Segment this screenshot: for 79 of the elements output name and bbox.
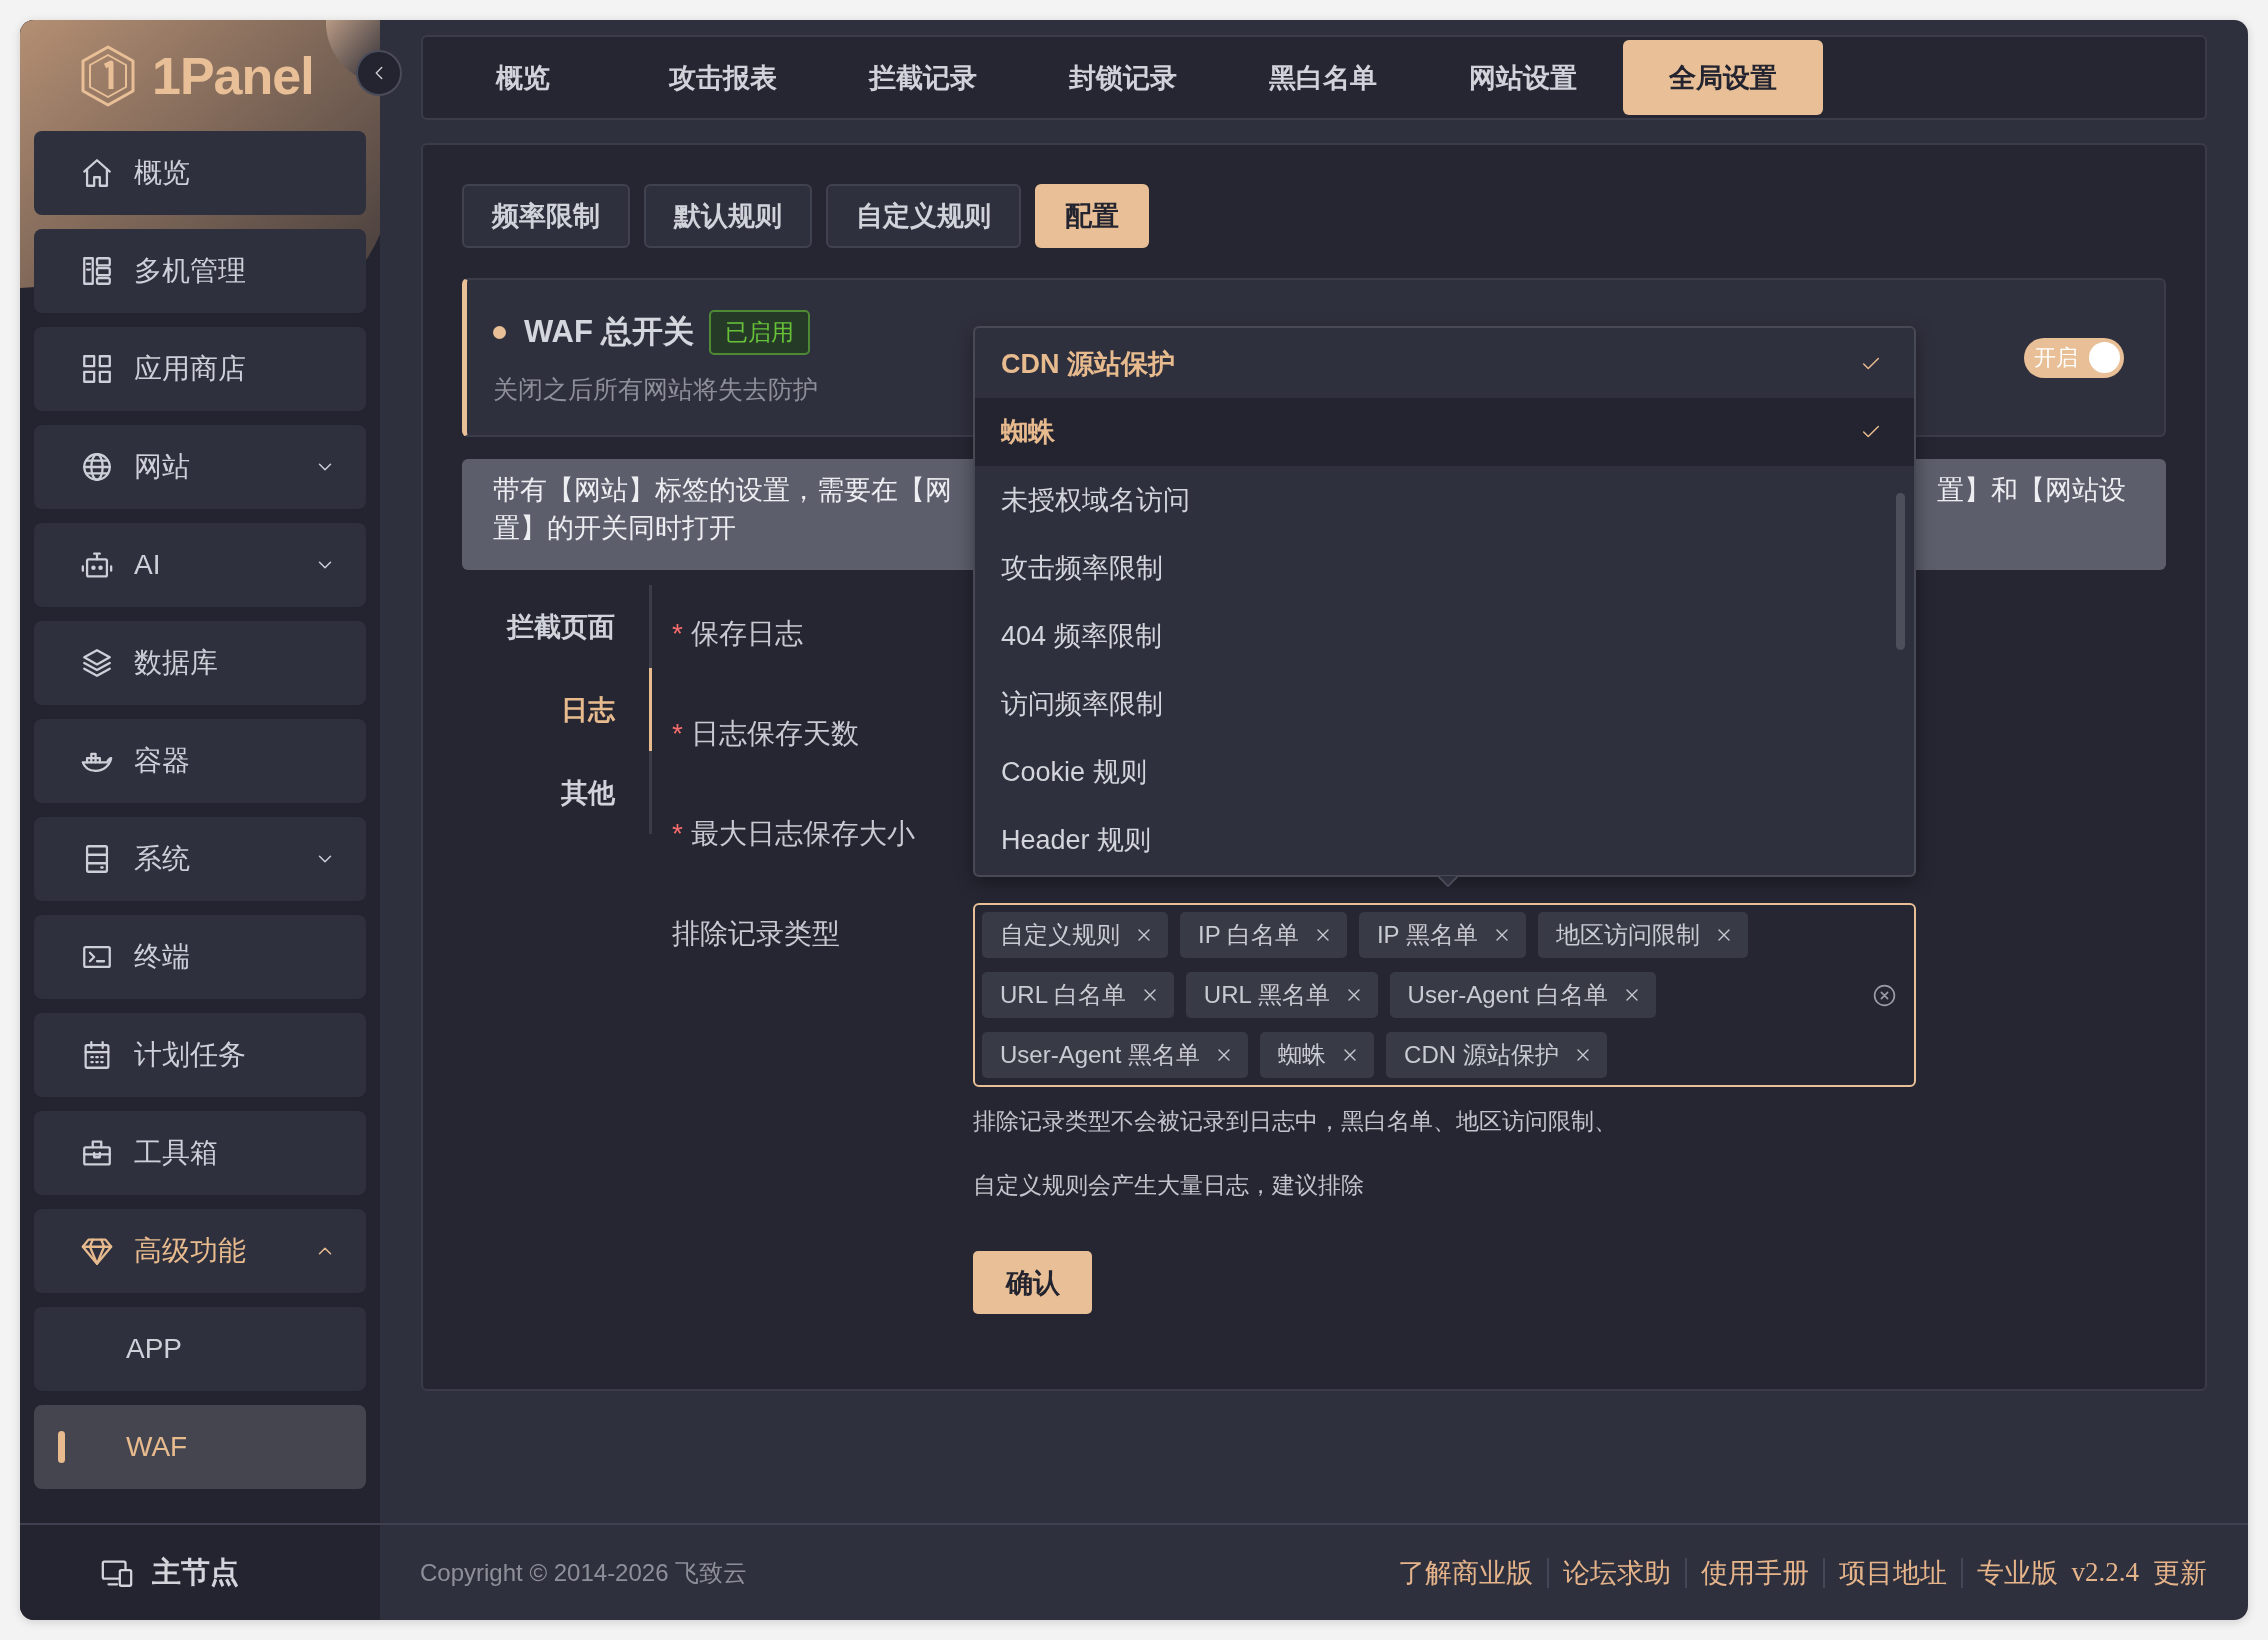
- footer-link[interactable]: 了解商业版: [1383, 1557, 1547, 1588]
- sidebar-item[interactable]: 容器: [34, 719, 366, 803]
- alert-text: 带有【网站】标签的设置，需要在【网: [493, 474, 952, 507]
- layers-icon: [80, 646, 114, 680]
- status-dot: [493, 325, 506, 339]
- confirm-button[interactable]: 确认: [973, 1251, 1092, 1314]
- hint-text: 自定义规则会产生大量日志，建议排除: [973, 1171, 1365, 1200]
- scrollbar-thumb[interactable]: [1896, 493, 1905, 650]
- tag: URL 白名单: [982, 972, 1174, 1018]
- anchor-link[interactable]: 其他: [462, 751, 652, 834]
- globe-icon: [80, 450, 114, 484]
- multi-select-field[interactable]: 自定义规则 IP 白名单 IP 黑名单 地区访问限制 URL 白名单 URL 黑名单 User-Agent 白名单 User-Agent 黑名单 蜘蛛 CDN 源站保护: [973, 903, 1916, 1087]
- tab[interactable]: 网站设置: [1423, 40, 1623, 115]
- sidebar-subitem[interactable]: WAF: [34, 1405, 366, 1489]
- home-icon: [80, 156, 114, 190]
- tag: CDN 源站保护: [1386, 1032, 1607, 1078]
- sub-tab[interactable]: 默认规则: [644, 184, 812, 248]
- footer-link[interactable]: 使用手册: [1684, 1557, 1823, 1588]
- sidebar-item[interactable]: 系统: [34, 817, 366, 901]
- sidebar-item[interactable]: 多机管理: [34, 229, 366, 313]
- grid-icon: [80, 352, 114, 386]
- tag: 自定义规则: [982, 912, 1168, 958]
- tab[interactable]: 封锁记录: [1023, 40, 1223, 115]
- sidebar-item[interactable]: 网站: [34, 425, 366, 509]
- sidebar-item[interactable]: 应用商店: [34, 327, 366, 411]
- tab[interactable]: 概览: [423, 40, 623, 115]
- sidebar-item[interactable]: 高级功能: [34, 1209, 366, 1293]
- tag: 蜘蛛: [1260, 1032, 1375, 1078]
- tag: 地区访问限制: [1537, 912, 1748, 958]
- sidebar-item[interactable]: 终端: [34, 915, 366, 999]
- status-badge: 已启用: [708, 309, 810, 355]
- update-link[interactable]: 更新: [2153, 1557, 2207, 1588]
- tab[interactable]: 全局设置: [1623, 40, 1823, 115]
- sidebar-subitem[interactable]: APP: [34, 1307, 366, 1391]
- server-list-icon: [80, 254, 114, 288]
- dropdown-option[interactable]: CDN 源站保护: [975, 330, 1914, 398]
- version-text: v2.2.4: [2071, 1557, 2139, 1588]
- sidebar-item[interactable]: 数据库: [34, 621, 366, 705]
- collapse-button[interactable]: [356, 50, 402, 96]
- field-label: * 日志保存天数: [672, 717, 859, 751]
- dropdown-option[interactable]: 404 频率限制: [975, 602, 1914, 670]
- dropdown-option[interactable]: 攻击频率限制: [975, 534, 1914, 602]
- tab[interactable]: 攻击报表: [623, 40, 823, 115]
- dropdown-option[interactable]: 访问频率限制: [975, 670, 1914, 738]
- field-label: * 最大日志保存大小: [672, 817, 915, 851]
- card-description: 关闭之后所有网站将失去防护: [493, 373, 819, 405]
- alert-text: 置】的开关同时打开: [493, 513, 736, 543]
- alert-text: 置】和【网站设: [1937, 474, 2126, 507]
- tag: User-Agent 白名单: [1389, 972, 1656, 1018]
- tag: User-Agent 黑名单: [982, 1032, 1249, 1078]
- sub-tab[interactable]: 配置: [1035, 184, 1149, 248]
- sidebar-item[interactable]: 概览: [34, 131, 366, 215]
- card-title: WAF 总开关: [524, 313, 695, 351]
- sub-tab[interactable]: 频率限制: [462, 184, 630, 248]
- sidebar-item[interactable]: 计划任务: [34, 1013, 366, 1097]
- tab[interactable]: 拦截记录: [823, 40, 1023, 115]
- sidebar-item[interactable]: AI: [34, 523, 366, 607]
- field-label: 排除记录类型: [672, 918, 840, 949]
- field-label: * 保存日志: [672, 617, 803, 651]
- footer-link[interactable]: 专业版: [1960, 1557, 2072, 1588]
- dropdown-option[interactable]: Header 规则: [975, 806, 1914, 874]
- dropdown-option[interactable]: 蜘蛛: [975, 398, 1914, 466]
- sub-tab[interactable]: 自定义规则: [826, 184, 1021, 248]
- anchor-link[interactable]: 日志: [462, 668, 652, 751]
- clear-icon: [1872, 983, 1897, 1008]
- footer-link[interactable]: 项目地址: [1822, 1557, 1961, 1588]
- tag: URL 黑名单: [1185, 972, 1378, 1018]
- node-item[interactable]: 主节点: [20, 1523, 380, 1620]
- footer-link[interactable]: 论坛求助: [1546, 1557, 1685, 1588]
- tag: IP 黑名单: [1358, 912, 1526, 958]
- logo-text: 1Panel: [152, 45, 314, 106]
- copyright-text: Copyright © 2014-2026 飞致云: [420, 1557, 749, 1588]
- anchor-link[interactable]: 拦截页面: [462, 585, 652, 668]
- dropdown-option[interactable]: 未授权域名访问: [975, 466, 1914, 534]
- sidebar-item[interactable]: 工具箱: [34, 1111, 366, 1195]
- tag: IP 白名单: [1180, 912, 1347, 958]
- dropdown-option[interactable]: Cookie 规则: [975, 738, 1914, 806]
- hint-text: 排除记录类型不会被记录到日志中，黑白名单、地区访问限制、: [973, 1107, 1618, 1136]
- tab[interactable]: 黑白名单: [1223, 40, 1423, 115]
